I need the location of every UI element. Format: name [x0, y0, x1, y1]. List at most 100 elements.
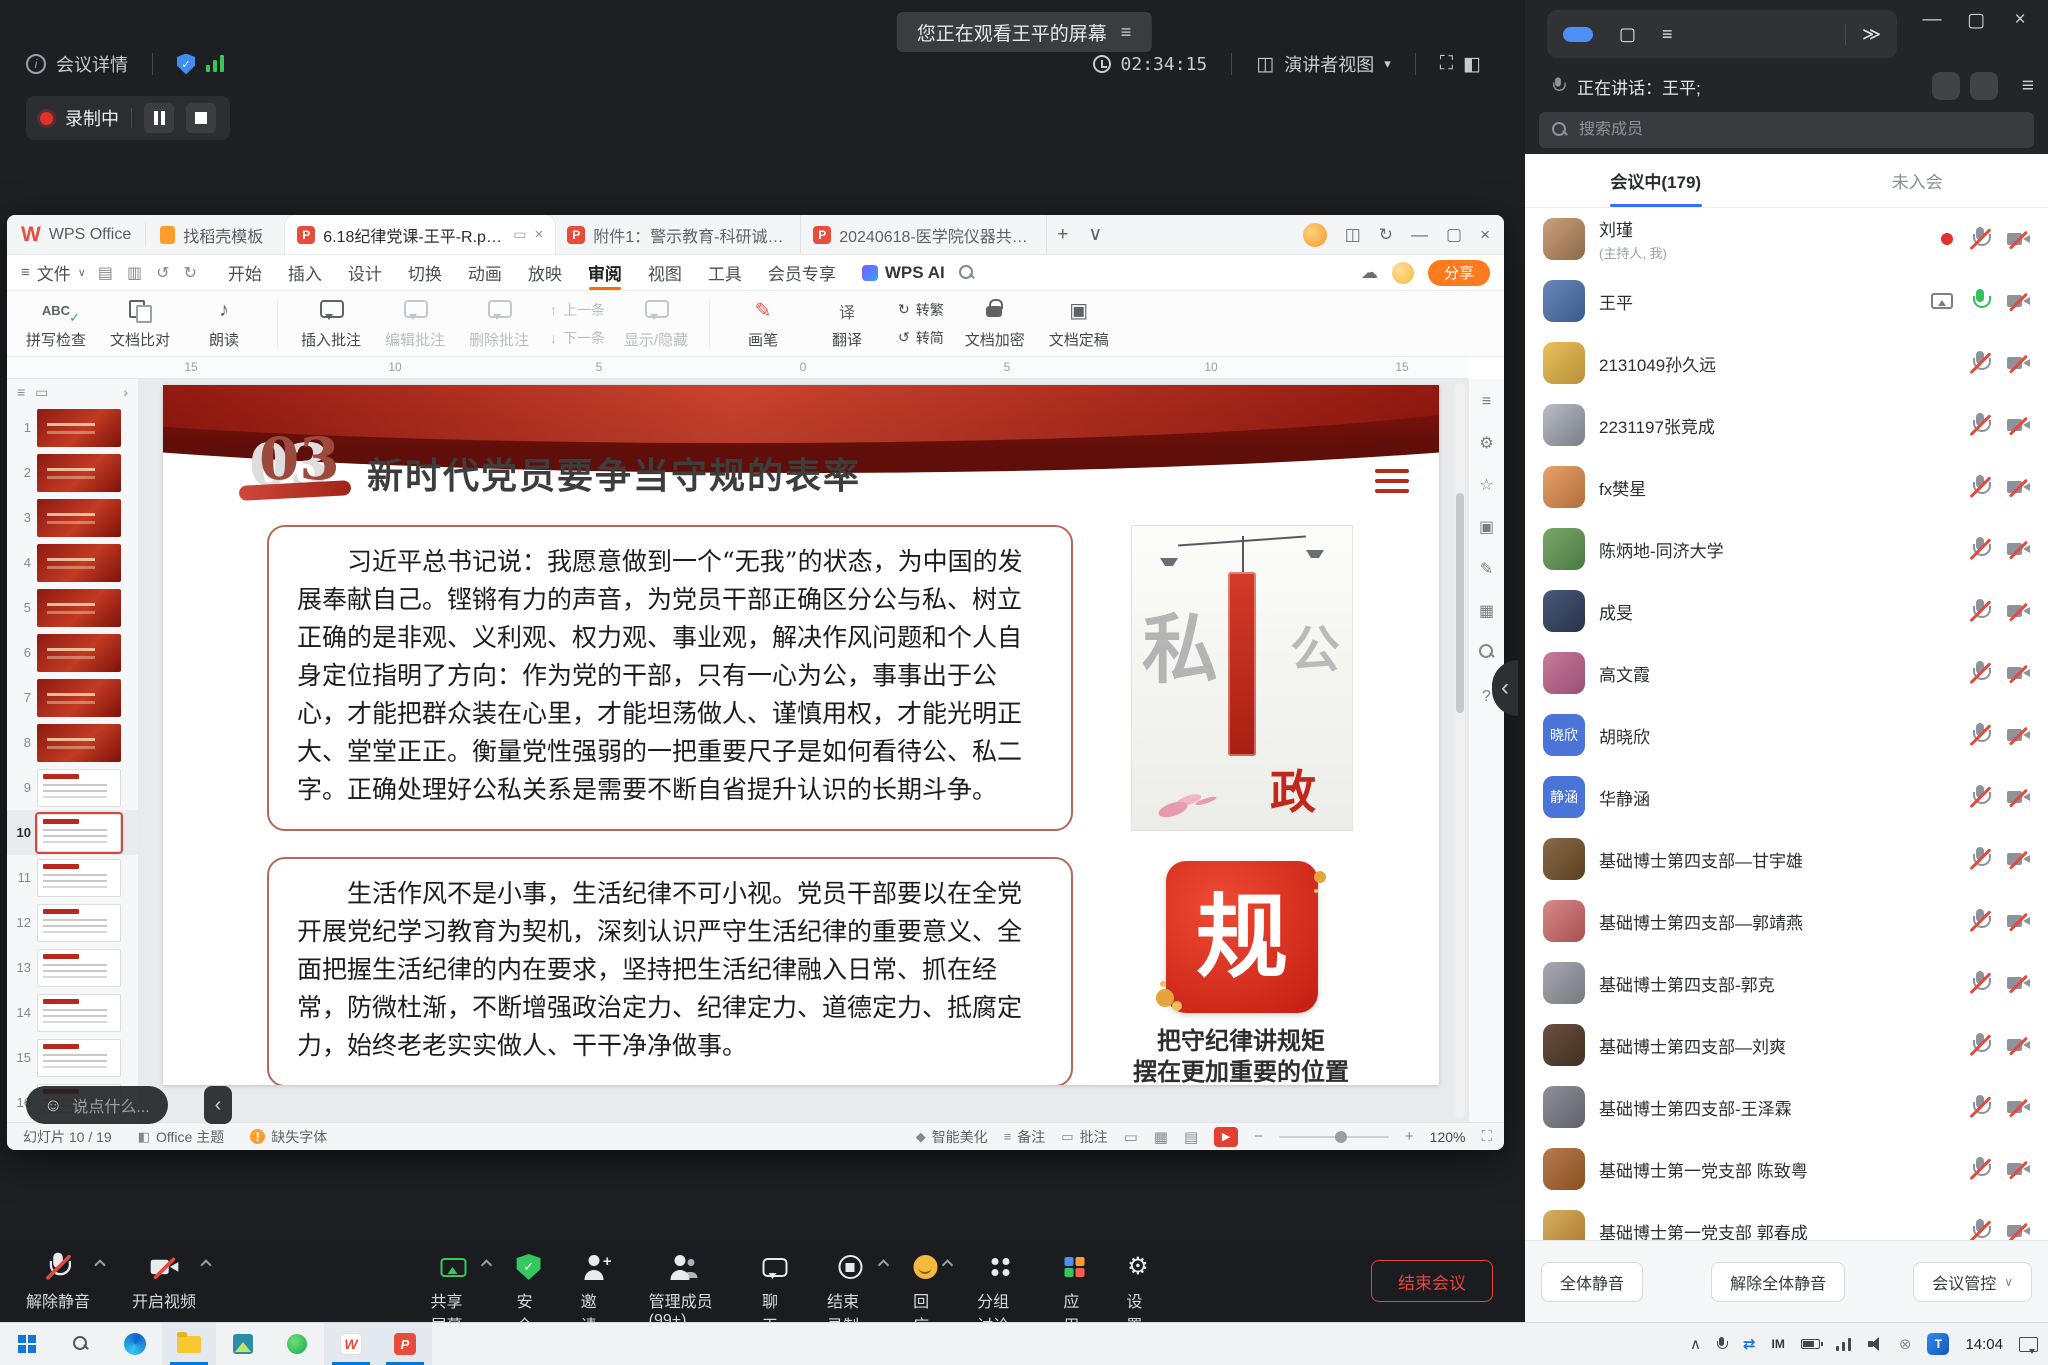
slide-thumb[interactable]: 12 — [7, 900, 138, 945]
wps-ai-button[interactable]: WPS AI — [849, 263, 958, 283]
clock[interactable]: 14:04 — [1965, 1336, 2003, 1353]
pause-recording-button[interactable] — [144, 103, 174, 133]
new-tab-icon[interactable]: + — [1047, 224, 1078, 246]
normal-view-icon[interactable]: ▭ — [1124, 1128, 1138, 1146]
banner-menu-icon[interactable]: ≡ — [1121, 22, 1132, 43]
spell-check-button[interactable]: 拼写检查 — [17, 294, 95, 354]
outline-view-icon[interactable]: ≡ — [17, 384, 25, 400]
file-menu[interactable]: ≡ 文件 ∨ — [7, 260, 98, 285]
participant-row[interactable]: 成旻 — [1525, 580, 2048, 642]
tab-not-joined[interactable]: 未入会 — [1787, 154, 2048, 207]
show-hide-comments-button[interactable]: 显示/隐藏 — [617, 294, 695, 354]
battery-icon[interactable] — [1801, 1339, 1820, 1349]
fit-window-icon[interactable]: ⛶ — [1481, 1128, 1492, 1145]
security-shield-icon[interactable]: ✓ — [177, 54, 195, 75]
slide-thumb[interactable]: 1 — [7, 405, 138, 450]
chevron-up-icon[interactable] — [200, 1259, 211, 1270]
slide-view-icon[interactable]: ▭ — [35, 384, 48, 401]
save-icon[interactable]: ▤ — [98, 263, 113, 283]
slide-textbox-2[interactable]: 生活作风不是小事，生活纪律不可小视。党员干部要以在全党开展党纪学习教育为契机，深… — [267, 857, 1073, 1085]
participant-list[interactable]: 刘瑾(主持人, 我) 王平 2131049孙久远 — [1525, 208, 2048, 1240]
menu-tab-transition[interactable]: 切换 — [395, 255, 455, 290]
slide-thumb[interactable]: 4 — [7, 540, 138, 585]
mute-all-button[interactable]: 全体静音 — [1541, 1262, 1643, 1302]
slide-thumb[interactable]: 9 — [7, 765, 138, 810]
wps-close-icon[interactable]: × — [1480, 225, 1490, 245]
fullscreen-icon[interactable]: ⛶ — [1440, 53, 1453, 75]
tray-sync-icon[interactable]: ⇄ — [1743, 1335, 1756, 1353]
slide-thumb[interactable]: 7 — [7, 675, 138, 720]
tab-close-icon[interactable]: × — [534, 226, 543, 243]
rule-stamp-image[interactable]: 规 — [1131, 857, 1353, 1017]
translate-button[interactable]: 译 翻译 — [808, 294, 886, 354]
wps-maximize-icon[interactable]: ▢ — [1446, 225, 1462, 245]
volume-icon[interactable] — [1868, 1337, 1883, 1351]
doc-tab[interactable]: 20240618-医学院仪器共享平台 — [801, 215, 1047, 254]
minimize-icon[interactable]: — — [1910, 0, 1954, 40]
favorites-icon[interactable]: ☆ — [1479, 475, 1493, 495]
zoom-in-icon[interactable]: + — [1405, 1128, 1414, 1145]
view-mode-label[interactable]: 演讲者视图 — [1284, 51, 1374, 77]
chevron-up-icon[interactable] — [942, 1259, 953, 1270]
panel-menu-icon[interactable]: ≡ — [2022, 74, 2034, 98]
layout-toggle-icon[interactable]: ◧ — [1463, 53, 1481, 76]
messenger-app-button[interactable] — [270, 1323, 324, 1365]
network-signal-icon[interactable] — [205, 54, 227, 74]
undo-icon[interactable]: ↺ — [156, 263, 169, 283]
minimize-pill-icon[interactable] — [1563, 27, 1593, 42]
slide-thumb[interactable]: 3 — [7, 495, 138, 540]
slide-thumb[interactable]: 13 — [7, 945, 138, 990]
zoom-slider[interactable] — [1279, 1136, 1389, 1138]
participant-row[interactable]: 晓欣 胡晓欣 — [1525, 704, 2048, 766]
participant-row[interactable]: fx樊星 — [1525, 456, 2048, 518]
participant-row[interactable]: 高文霞 — [1525, 642, 2048, 704]
search-members-input[interactable] — [1579, 121, 2022, 139]
menu-tab-animation[interactable]: 动画 — [455, 255, 515, 290]
menu-tab-tools[interactable]: 工具 — [695, 255, 755, 290]
participant-row[interactable]: 基础博士第一党支部 郭春成 — [1525, 1200, 2048, 1240]
scrollbar-thumb[interactable] — [1456, 493, 1464, 713]
slide-thumb[interactable]: 8 — [7, 720, 138, 765]
end-meeting-button[interactable]: 结束会议 — [1371, 1260, 1493, 1302]
menu-tab-view[interactable]: 视图 — [635, 255, 695, 290]
reading-view-icon[interactable]: ▤ — [1184, 1128, 1198, 1146]
meeting-details-label[interactable]: 会议详情 — [56, 51, 128, 77]
print-icon[interactable]: ▥ — [127, 263, 142, 283]
share-document-button[interactable]: 分享 — [1428, 260, 1490, 286]
unmute-button[interactable]: 解除静音 — [18, 1253, 98, 1312]
slide-thumb-selected[interactable]: 10 — [7, 810, 138, 855]
vertical-scrollbar[interactable] — [1455, 383, 1465, 1118]
start-video-button[interactable]: 开启视频 — [124, 1253, 204, 1312]
menu-tab-insert[interactable]: 插入 — [275, 255, 335, 290]
chevron-up-icon[interactable] — [481, 1259, 492, 1270]
participant-row[interactable]: 基础博士第一党支部 陈致粤 — [1525, 1138, 2048, 1200]
encrypt-button[interactable]: 文档加密 — [956, 294, 1034, 354]
unmute-all-button[interactable]: 解除全体静音 — [1711, 1262, 1845, 1302]
tab-list-caret-icon[interactable]: ∨ — [1078, 223, 1112, 246]
properties-icon[interactable]: ⚙ — [1479, 433, 1493, 453]
menu-tab-member[interactable]: 会员专享 — [755, 255, 849, 290]
slide-textbox-1[interactable]: 习近平总书记说：我愿意做到一个“无我”的状态，为中国的发展奉献自己。铿锵有力的声… — [267, 525, 1073, 831]
restore-icon[interactable]: ▢ — [1954, 0, 1998, 40]
split-window-icon[interactable]: ◫ — [1345, 225, 1361, 245]
member-face-icon[interactable] — [1392, 262, 1414, 284]
theme-button[interactable]: ◧Office 主题 — [138, 1127, 225, 1147]
slide-thumb[interactable]: 2 — [7, 450, 138, 495]
participant-row[interactable]: 基础博士第四支部—郭靖燕 — [1525, 890, 2048, 952]
stop-recording-button[interactable] — [186, 103, 216, 133]
photos-app-button[interactable] — [216, 1323, 270, 1365]
grid-tool-icon[interactable]: ▦ — [1479, 601, 1494, 621]
participant-row[interactable]: 王平 — [1525, 270, 2048, 332]
beautify-button[interactable]: ◆智能美化 — [916, 1127, 988, 1147]
to-simplified-button[interactable]: ↺转简 — [898, 328, 944, 348]
doc-compare-button[interactable]: 文档比对 — [101, 294, 179, 354]
notes-button[interactable]: ≡备注 — [1004, 1127, 1046, 1147]
wps-app-button[interactable] — [324, 1323, 378, 1365]
participant-row[interactable]: 基础博士第四支部—刘爽 — [1525, 1014, 2048, 1076]
participant-row[interactable]: 2231197张竞成 — [1525, 394, 2048, 456]
window-mode-icon[interactable]: ▢ — [1619, 24, 1636, 45]
input-method-indicator[interactable]: IM — [1772, 1337, 1785, 1351]
menu-tab-slideshow[interactable]: 放映 — [515, 255, 575, 290]
participant-row[interactable]: 陈炳地-同济大学 — [1525, 518, 2048, 580]
meeting-tray-icon[interactable]: T — [1927, 1333, 1949, 1355]
